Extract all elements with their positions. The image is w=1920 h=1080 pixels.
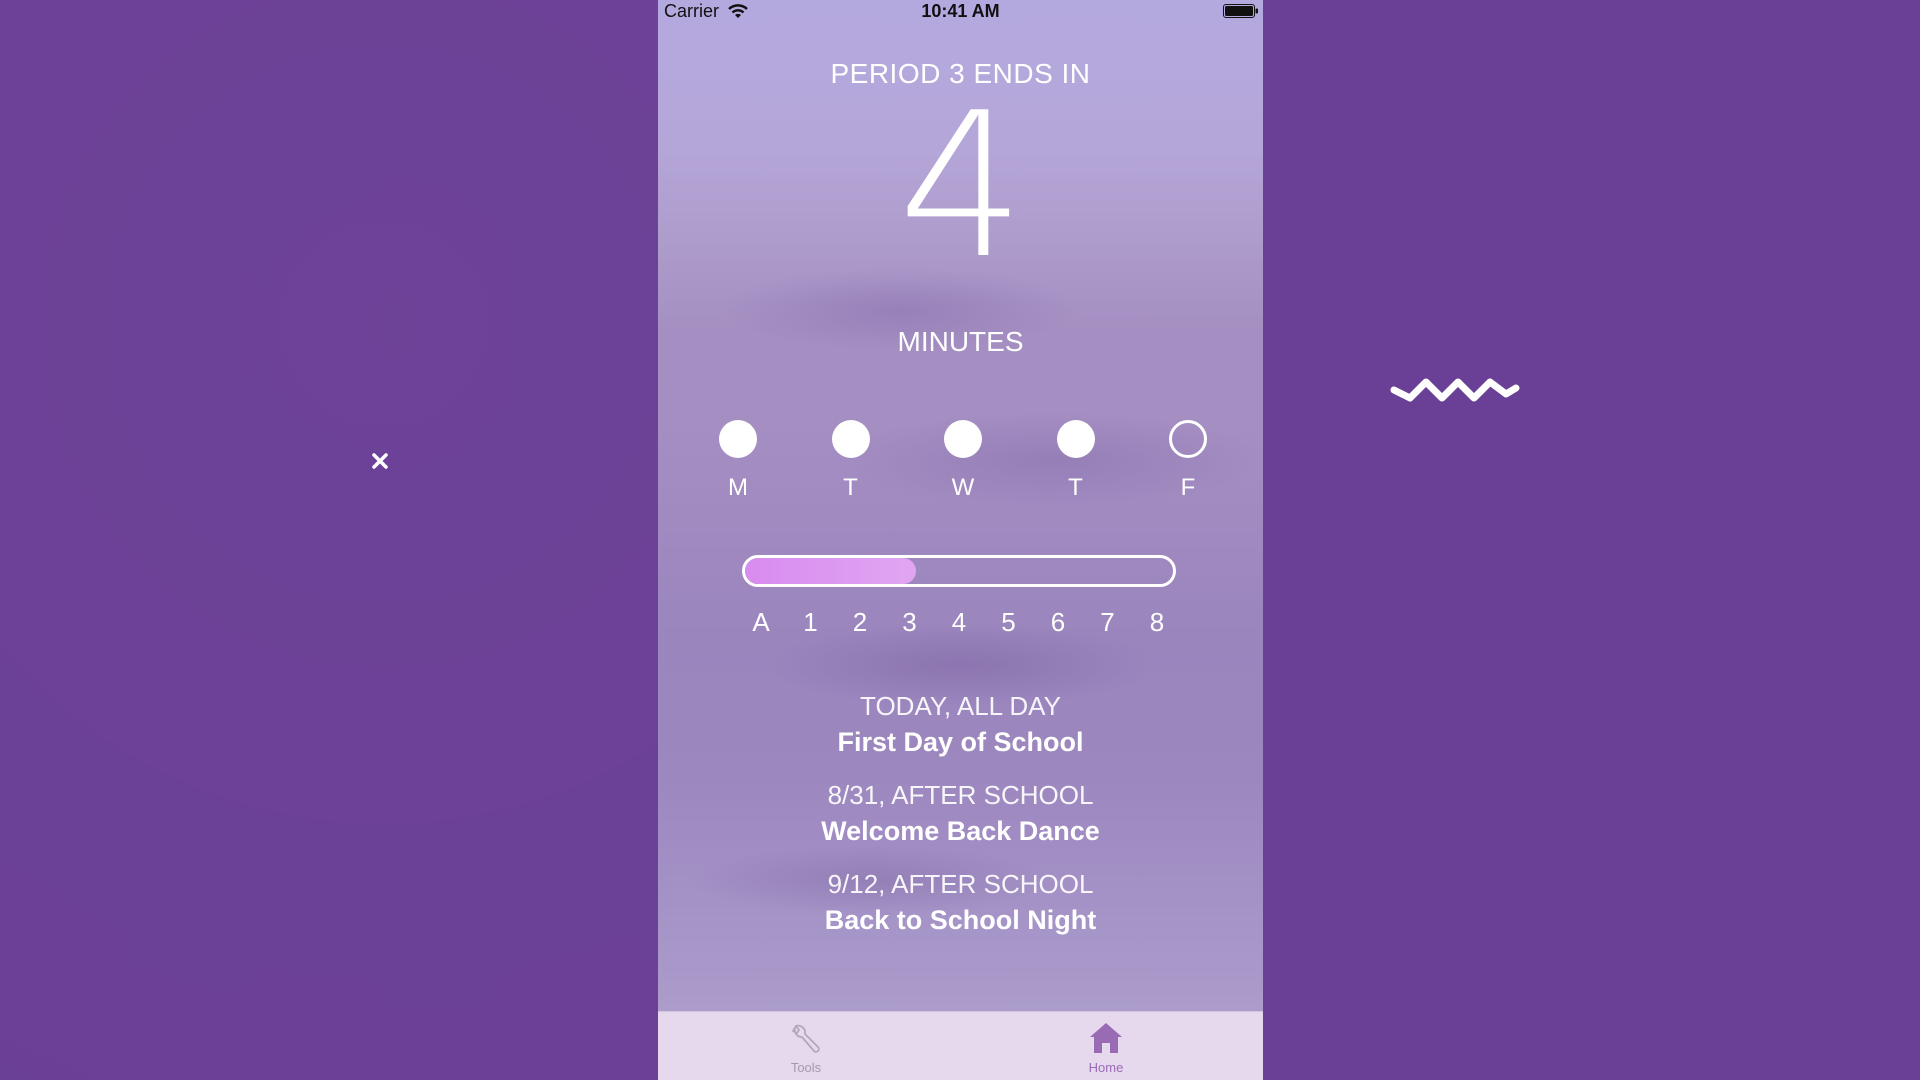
clock-label: 10:41 AM	[921, 1, 1000, 21]
event-item[interactable]: 8/31, AFTER SCHOOL Welcome Back Dance	[658, 779, 1263, 851]
day-dot-filled	[1056, 420, 1095, 458]
event-name: Back to School Night	[824, 905, 1097, 935]
period-label: 3	[902, 607, 917, 637]
event-name: Welcome Back Dance	[821, 816, 1100, 846]
event-when: 8/31, AFTER SCHOOL	[827, 780, 1094, 810]
upcoming-events: TODAY, ALL DAY First Day of School 8/31,…	[658, 690, 1263, 957]
status-bar: Carrier 10:41 AM	[658, 0, 1263, 24]
period-label: 2	[852, 607, 868, 637]
event-when: TODAY, ALL DAY	[860, 691, 1061, 721]
day-dot-filled	[944, 420, 982, 458]
period-progress-bar	[742, 555, 1176, 587]
tab-home[interactable]: Home	[1066, 1020, 1146, 1075]
day-label: T	[843, 474, 858, 501]
day-dot-filled	[831, 420, 870, 458]
day-dot-filled	[719, 420, 757, 458]
day-item: W	[933, 420, 993, 502]
event-name: First Day of School	[837, 727, 1084, 757]
tab-bar: Tools Home	[658, 1011, 1263, 1080]
period-label: 1	[803, 607, 818, 637]
backdrop: Carrier 10:41 AM PERIOD 3 ENDS IN 4 MINU…	[0, 0, 1920, 1080]
day-item: F	[1158, 420, 1218, 502]
phone-screen: Carrier 10:41 AM PERIOD 3 ENDS IN 4 MINU…	[658, 0, 1263, 1080]
period-label: 8	[1149, 607, 1165, 637]
period-label: A	[752, 607, 770, 637]
day-label: W	[951, 474, 975, 501]
event-when: 9/12, AFTER SCHOOL	[827, 869, 1094, 899]
period-label: 6	[1050, 607, 1066, 637]
week-days: MTWTF	[708, 420, 1218, 502]
tab-tools-label: Tools	[790, 1060, 822, 1075]
close-x-decoration-icon	[372, 453, 388, 469]
countdown-value: 4	[897, 70, 1025, 303]
tab-home-label: Home	[1088, 1060, 1124, 1075]
event-item[interactable]: TODAY, ALL DAY First Day of School	[658, 690, 1263, 762]
home-icon	[1090, 1023, 1122, 1053]
day-item: T	[821, 420, 881, 502]
day-item: M	[708, 420, 768, 502]
period-label: 5	[1001, 607, 1016, 637]
day-label: M	[728, 474, 748, 501]
day-dot-empty	[1169, 420, 1207, 458]
countdown-unit: MINUTES	[897, 326, 1024, 357]
day-item: T	[1046, 420, 1106, 502]
period-labels: A 1 2 3 4 5 6 7 8	[746, 607, 1172, 638]
day-label: T	[1068, 474, 1083, 501]
battery-icon	[1223, 4, 1258, 18]
period-label: 4	[951, 607, 967, 637]
wrench-icon	[792, 1024, 820, 1053]
day-label: F	[1180, 474, 1196, 501]
zigzag-wave-decoration-icon	[1390, 378, 1520, 402]
tab-tools[interactable]: Tools	[766, 1020, 846, 1075]
progress-fill	[745, 558, 917, 584]
event-item[interactable]: 9/12, AFTER SCHOOL Back to School Night	[658, 868, 1263, 940]
period-label: 7	[1100, 607, 1115, 637]
